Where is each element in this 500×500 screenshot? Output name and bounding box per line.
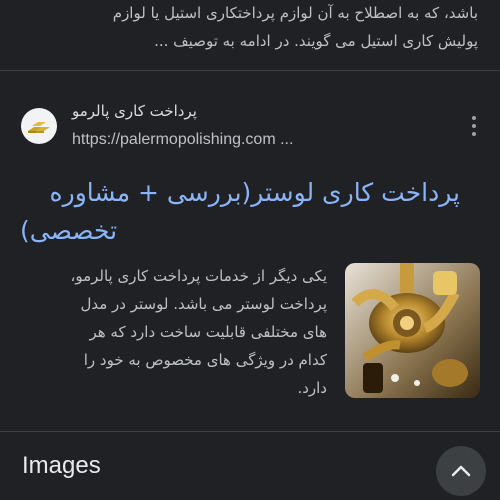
chandelier-photo-icon xyxy=(345,263,480,398)
collapse-button[interactable] xyxy=(436,446,486,496)
snippet-line: باشد، که به اصطلاح به آن لوازم پرداختکار… xyxy=(112,4,478,22)
images-section-title: Images xyxy=(22,452,101,479)
divider xyxy=(0,70,500,71)
site-name[interactable]: پرداخت کاری پالرمو xyxy=(72,102,332,120)
result-title-line[interactable]: پرداخت کاری لوستر(بررسی + مشاوره xyxy=(50,178,460,207)
result-title-line[interactable]: تخصصی) xyxy=(20,212,460,250)
site-favicon[interactable] xyxy=(21,108,57,144)
divider xyxy=(0,431,500,432)
search-result-card[interactable]: پرداخت کاری پالرمو https://palermopolish… xyxy=(0,82,500,427)
site-url[interactable]: https://palermopolishing.com ... xyxy=(72,131,293,149)
result-title-link[interactable]: پرداخت کاری لوستر(بررسی + مشاوره تخصصی) xyxy=(20,174,460,250)
more-options-icon[interactable] xyxy=(470,116,478,136)
previous-result-snippet: باشد، که به اصطلاح به آن لوازم پرداختکار… xyxy=(0,0,500,70)
description-line: پرداخت لوستر می باشد. لوستر در مدل xyxy=(80,295,327,313)
description-line: یکی دیگر از خدمات پرداخت کاری پالرمو، xyxy=(70,267,327,285)
description-line: دارد. xyxy=(297,379,327,397)
gold-bars-logo-icon xyxy=(28,122,50,133)
result-thumbnail[interactable] xyxy=(345,263,480,398)
chevron-up-icon xyxy=(451,465,471,477)
description-line: های مختلفی قابلیت ساخت دارد که هر xyxy=(89,323,327,341)
snippet-line: پولیش کاری استیل می گویند. در ادامه به ت… xyxy=(154,32,478,50)
result-description: یکی دیگر از خدمات پرداخت کاری پالرمو، پر… xyxy=(22,262,327,402)
description-line: کدام در ویژگی های مخصوص به خود را xyxy=(83,351,327,369)
